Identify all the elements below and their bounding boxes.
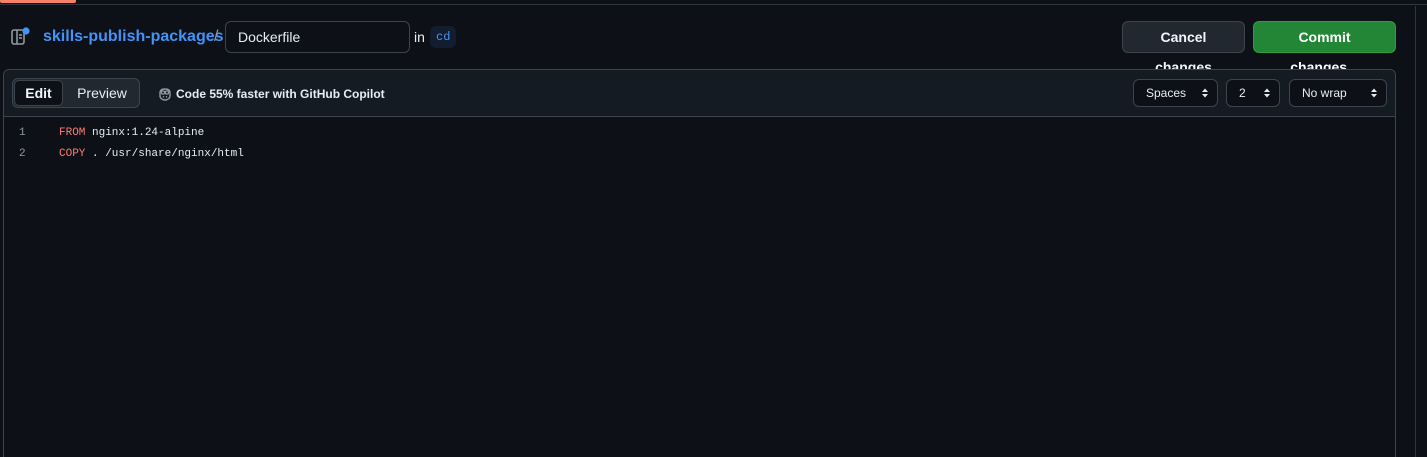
active-tab-indicator [0, 0, 76, 3]
commit-changes-button[interactable]: Commit changes... [1253, 21, 1396, 75]
keyword-text: COPY [59, 148, 86, 160]
filename-input[interactable] [225, 21, 410, 53]
code-line[interactable]: 1 FROM nginx:1.24-alpine [4, 126, 1395, 147]
wrap-mode-select[interactable]: No wrap [1289, 79, 1387, 107]
code-keyword: COPY . /usr/share/nginx/html [59, 147, 244, 161]
copilot-promo-link[interactable]: Code 55% faster with GitHub Copilot [176, 87, 385, 101]
chevron-up-down-icon [1371, 88, 1377, 98]
chevron-up-down-icon [1264, 88, 1270, 98]
line-number: 2 [19, 148, 26, 160]
indent-size-select[interactable]: 2 [1226, 79, 1280, 107]
wrap-mode-value: No wrap [1302, 86, 1347, 100]
code-line[interactable]: 2 COPY . /usr/share/nginx/html [4, 147, 1395, 168]
code-keyword: FROM nginx:1.24-alpine [59, 126, 204, 140]
top-divider [0, 0, 1427, 5]
copilot-icon [159, 88, 171, 101]
branch-badge[interactable]: cd [430, 26, 457, 48]
editor-toolbar: Edit Preview Code 55% faster with GitHub… [4, 70, 1395, 117]
tab-preview[interactable]: Preview [65, 80, 139, 106]
indent-size-value: 2 [1239, 86, 1246, 100]
cancel-changes-button[interactable]: Cancel changes [1122, 21, 1245, 75]
indent-mode-select[interactable]: Spaces [1133, 79, 1218, 107]
breadcrumb-repo-link[interactable]: skills-publish-packages [43, 27, 224, 47]
breadcrumb-separator: / [214, 28, 219, 45]
code-text: . /usr/share/nginx/html [85, 148, 244, 160]
code-editor: Edit Preview Code 55% faster with GitHub… [3, 69, 1396, 457]
repo-push-icon[interactable] [10, 26, 32, 48]
chevron-up-down-icon [1202, 88, 1208, 98]
indent-mode-value: Spaces [1146, 86, 1187, 100]
code-text: nginx:1.24-alpine [85, 127, 205, 139]
edit-preview-toggle: Edit Preview [12, 78, 140, 108]
in-label: in [414, 29, 425, 45]
tab-edit[interactable]: Edit [14, 80, 63, 106]
page-scrollbar[interactable] [1415, 6, 1427, 457]
editor-header: skills-publish-packages / in cd Cancel c… [0, 20, 1427, 75]
code-area[interactable]: 1 FROM nginx:1.24-alpine 2 COPY . /usr/s… [4, 126, 1395, 168]
keyword-text: FROM [59, 127, 86, 139]
line-number: 1 [19, 127, 26, 139]
